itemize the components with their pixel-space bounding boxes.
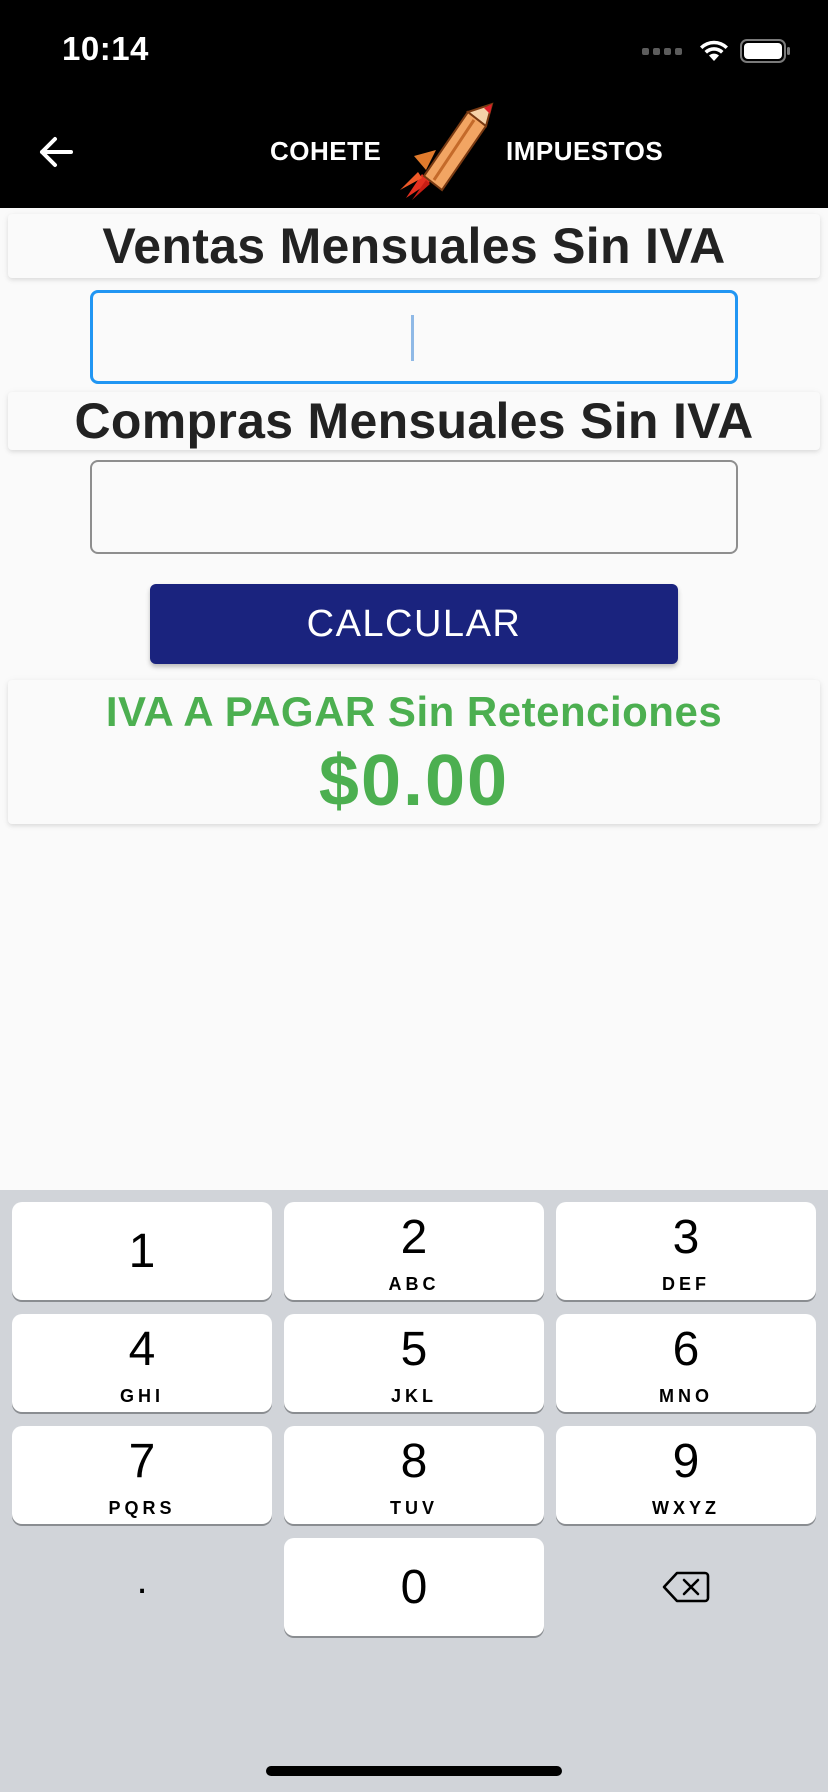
app-title-left: COHETE <box>270 136 382 166</box>
sales-label-card: Ventas Mensuales Sin IVA <box>8 214 820 278</box>
purchases-input[interactable] <box>90 460 738 554</box>
key-digit: 6 <box>672 1323 700 1376</box>
result-label: IVA A PAGAR Sin Retenciones <box>105 688 723 735</box>
text-caret <box>411 315 414 361</box>
purchases-label: Compras Mensuales Sin IVA <box>74 393 754 449</box>
status-time: 10:14 <box>62 30 149 67</box>
key-4[interactable]: 4 GHI <box>12 1314 272 1412</box>
result-value: $0.00 <box>318 741 510 821</box>
key-digit: 9 <box>672 1435 700 1488</box>
key-digit: 0 <box>400 1561 428 1614</box>
top-bar: 10:14 COHETE IMPUESTOS <box>0 0 828 208</box>
key-7[interactable]: 7 PQRS <box>12 1426 272 1524</box>
key-digit: 8 <box>400 1435 428 1488</box>
arrow-left-icon <box>40 137 73 167</box>
rocket-pencil-logo <box>400 102 494 200</box>
numeric-keypad: 1 2 ABC 3 DEF 4 GHI 5 JKL 6 MNO 7 PQRS 8… <box>0 1190 828 1792</box>
purchases-label-card: Compras Mensuales Sin IVA <box>8 392 820 450</box>
back-button[interactable] <box>30 126 82 178</box>
key-digit: 4 <box>128 1323 156 1376</box>
key-digit: 1 <box>128 1225 156 1278</box>
status-icons <box>642 36 792 66</box>
key-letters: JKL <box>390 1386 437 1406</box>
backspace-icon <box>662 1571 710 1603</box>
home-indicator <box>266 1766 562 1776</box>
cellular-signal-icon <box>642 47 682 55</box>
wifi-icon <box>700 40 728 61</box>
key-1[interactable]: 1 <box>12 1202 272 1300</box>
key-decimal[interactable]: . <box>12 1538 272 1636</box>
key-letters: WXYZ <box>652 1498 720 1518</box>
key-digit: 7 <box>128 1435 156 1488</box>
key-digit: 2 <box>400 1211 428 1264</box>
key-delete[interactable] <box>556 1538 816 1636</box>
result-card: IVA A PAGAR Sin Retenciones $0.00 <box>8 680 820 824</box>
key-3[interactable]: 3 DEF <box>556 1202 816 1300</box>
key-2[interactable]: 2 ABC <box>284 1202 544 1300</box>
key-letters: PQRS <box>108 1498 176 1518</box>
key-0[interactable]: 0 <box>284 1538 544 1636</box>
key-6[interactable]: 6 MNO <box>556 1314 816 1412</box>
key-letters: GHI <box>119 1386 164 1406</box>
key-9[interactable]: 9 WXYZ <box>556 1426 816 1524</box>
key-8[interactable]: 8 TUV <box>284 1426 544 1524</box>
app-bar: COHETE IMPUESTOS <box>0 96 828 208</box>
app-title-right: IMPUESTOS <box>506 136 664 166</box>
decimal-point: . <box>136 1557 148 1602</box>
screen: 10:14 COHETE IMPUESTOS Ventas Mensuales … <box>0 0 828 1792</box>
battery-icon <box>740 39 790 63</box>
key-letters: DEF <box>662 1274 710 1294</box>
sales-input[interactable] <box>90 290 738 384</box>
key-letters: MNO <box>659 1386 713 1406</box>
key-5[interactable]: 5 JKL <box>284 1314 544 1412</box>
key-letters: ABC <box>388 1274 440 1294</box>
sales-label: Ventas Mensuales Sin IVA <box>102 218 726 274</box>
key-digit: 5 <box>400 1323 428 1376</box>
key-letters: TUV <box>390 1498 438 1518</box>
key-digit: 3 <box>672 1211 700 1264</box>
calculate-button[interactable]: CALCULAR <box>150 584 678 664</box>
